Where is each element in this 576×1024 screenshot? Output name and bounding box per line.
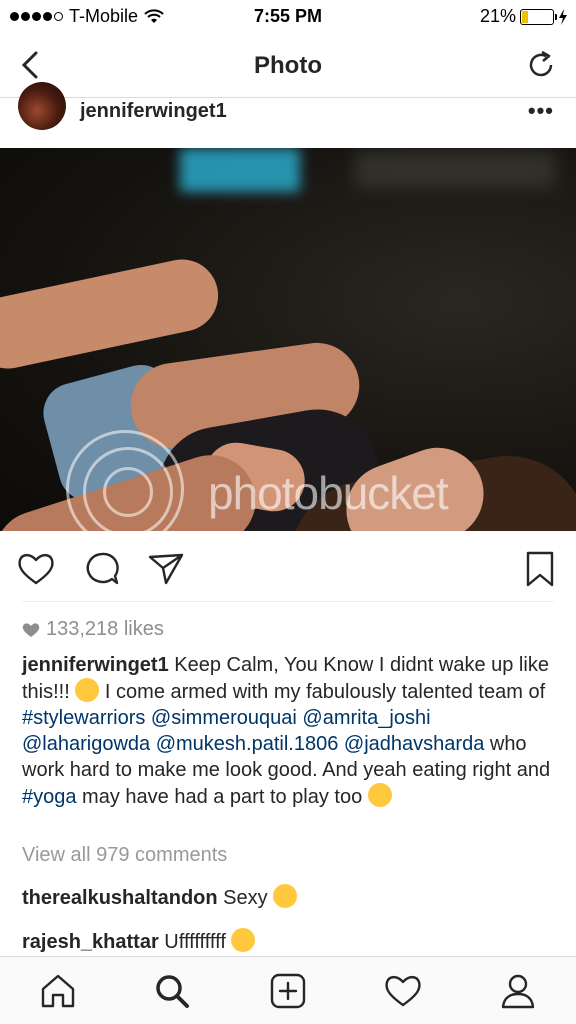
refresh-icon[interactable] xyxy=(524,48,558,82)
post-header: jenniferwinget1 ••• xyxy=(0,82,576,148)
new-post-icon[interactable] xyxy=(268,971,308,1011)
share-send-icon[interactable] xyxy=(146,549,186,589)
mention-jadhavsharda[interactable]: @jadhavsharda xyxy=(344,733,484,755)
likes-count[interactable]: 133,218 likes xyxy=(22,618,164,641)
activity-heart-icon[interactable] xyxy=(383,971,423,1011)
winking-emoji-icon xyxy=(367,783,392,807)
caption-username[interactable]: jenniferwinget1 xyxy=(22,654,169,676)
comment-username[interactable]: therealkushaltandon xyxy=(22,887,218,909)
mention-laharigowda[interactable]: @laharigowda xyxy=(22,733,150,755)
heart-eyes-emoji-icon xyxy=(273,884,298,908)
post-username[interactable]: jenniferwinget1 xyxy=(80,100,227,123)
comment-item: rajesh_khattar Ufffffffff xyxy=(22,928,256,954)
likes-label: 133,218 likes xyxy=(46,618,164,640)
post-caption: jenniferwinget1 Keep Calm, You Know I di… xyxy=(22,652,557,810)
comment-username[interactable]: rajesh_khattar xyxy=(22,931,159,953)
hashtag-stylewarriors[interactable]: #stylewarriors xyxy=(22,707,145,729)
comment-item: therealkushaltandon Sexy xyxy=(22,884,298,910)
page-title: Photo xyxy=(254,52,322,79)
battery-percent: 21% xyxy=(479,6,516,26)
mention-amrita-joshi[interactable]: @amrita_joshi xyxy=(302,707,430,729)
view-all-comments-link[interactable]: View all 979 comments xyxy=(22,844,227,867)
bookmark-icon[interactable] xyxy=(520,549,560,589)
comment-bubble-icon[interactable] xyxy=(82,549,122,589)
status-bar: T-Mobile 7:55 PM 21% xyxy=(0,0,576,32)
divider xyxy=(22,601,554,602)
battery-group: 21% xyxy=(480,6,568,27)
search-icon[interactable] xyxy=(152,971,192,1011)
smiling-emoji-icon xyxy=(75,678,100,702)
post-actions xyxy=(0,531,576,601)
battery-icon xyxy=(520,8,557,25)
charging-bolt-icon xyxy=(559,8,567,25)
mention-simmerouquai[interactable]: @simmerouquai xyxy=(151,707,297,729)
comment-text: Ufffffffff xyxy=(158,931,232,953)
comment-text: Sexy xyxy=(217,887,274,909)
hashtag-yoga[interactable]: #yoga xyxy=(22,786,77,808)
caption-text-4: may have had a part to play too xyxy=(76,786,368,808)
bottom-tab-bar xyxy=(0,956,576,1024)
more-options-icon[interactable]: ••• xyxy=(528,98,554,124)
watermark-text: photobucket xyxy=(208,467,449,519)
home-icon[interactable] xyxy=(38,971,78,1011)
avatar[interactable] xyxy=(18,82,66,130)
mention-mukesh-patil[interactable]: @mukesh.patil.1806 xyxy=(156,733,339,755)
profile-icon[interactable] xyxy=(498,971,538,1011)
small-heart-icon xyxy=(22,622,40,637)
like-heart-icon[interactable] xyxy=(16,549,56,589)
post-photo[interactable]: photobucket xyxy=(0,148,576,531)
grinning-emoji-icon xyxy=(231,928,256,952)
caption-text-2: I come armed with my fabulously talented… xyxy=(99,681,546,703)
nav-header: Photo xyxy=(0,32,576,98)
